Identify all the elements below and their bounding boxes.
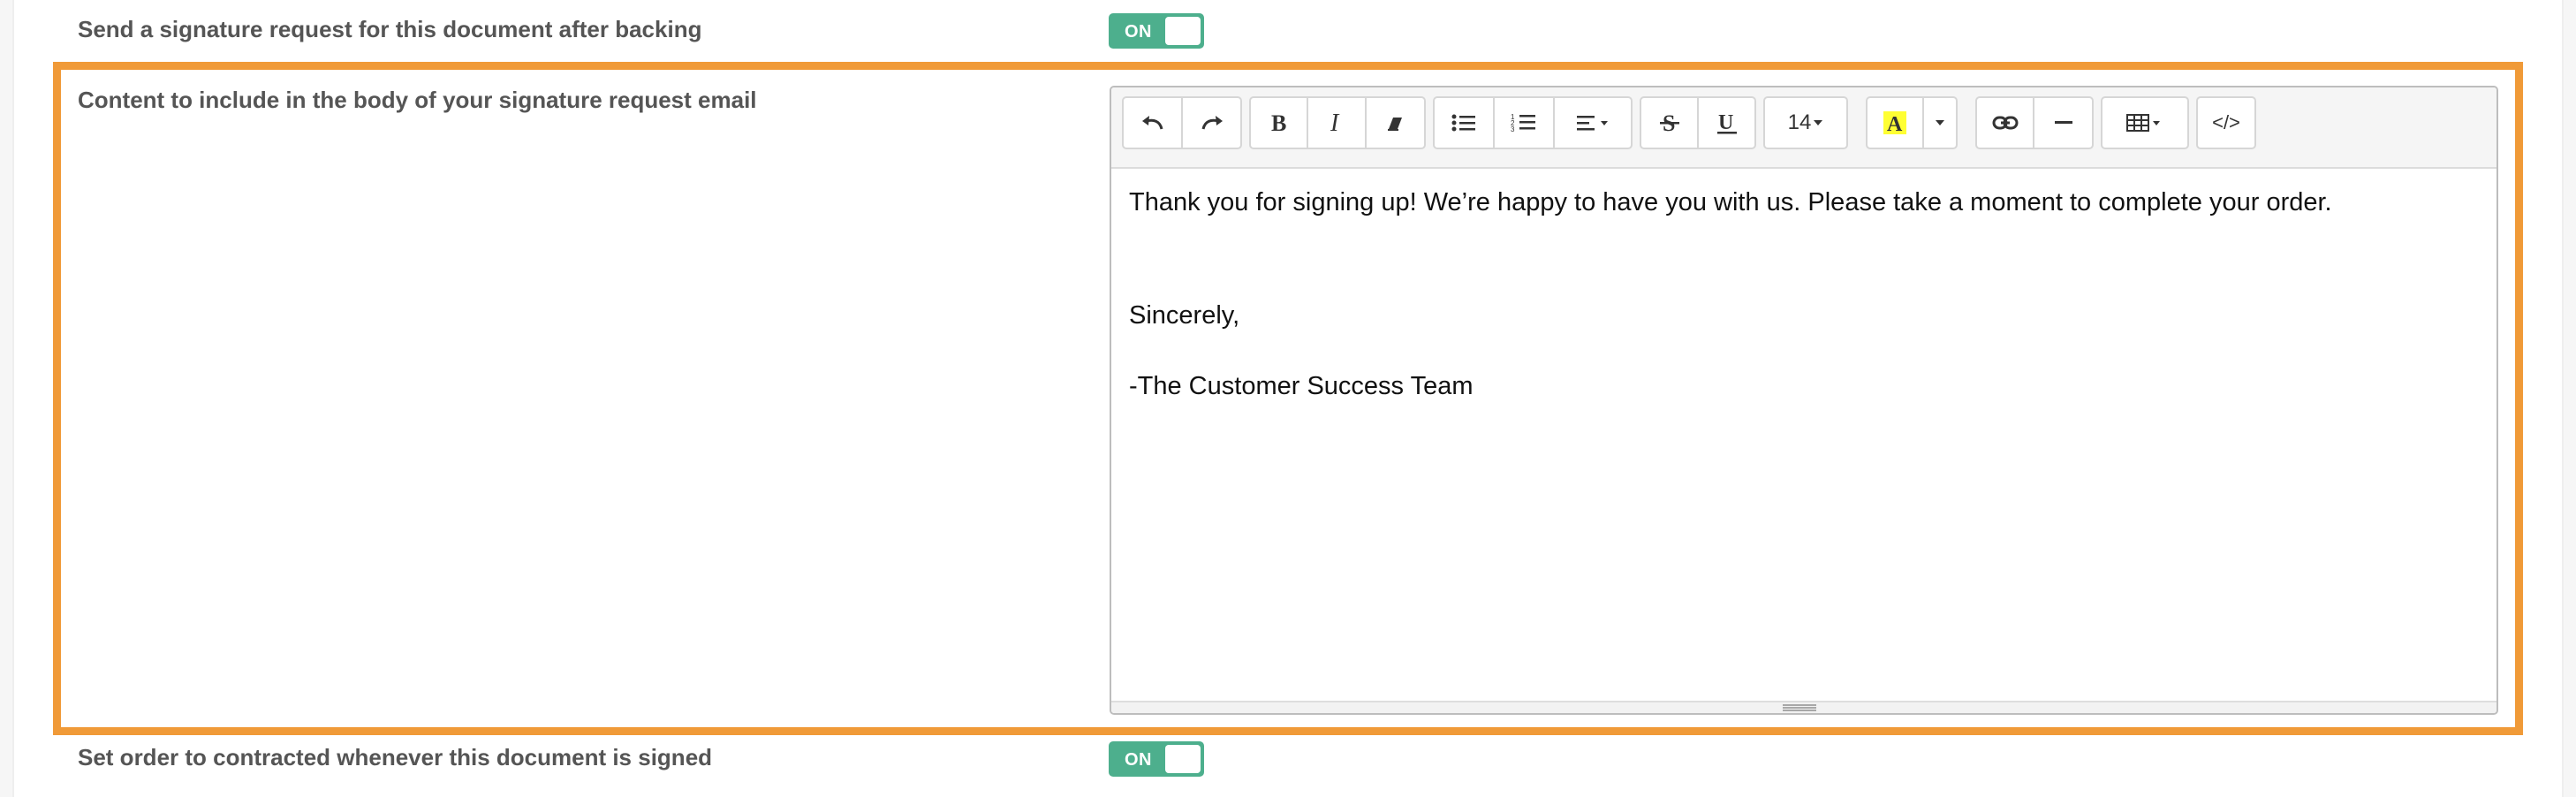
body-line-thanks: Thank you for signing up! We’re happy to… [1129,188,2332,216]
history-group [1122,96,1242,149]
decoration-group: S U [1640,96,1756,149]
font-size-value: 14 [1787,110,1812,134]
signature-request-toggle[interactable]: ON [1109,13,1204,49]
horizontal-rule-icon[interactable] [2034,98,2092,148]
grip-icon [1783,704,1816,711]
redo-icon[interactable] [1183,98,1240,148]
rich-text-editor: B I 123 S U 14 A </> Thank you for signi… [1110,86,2498,715]
undo-icon[interactable] [1124,98,1183,148]
toggle-state-text: ON [1125,750,1152,770]
align-icon[interactable] [1555,98,1631,148]
font-size-button[interactable]: 14 [1765,98,1846,148]
color-group: A [1866,96,1958,149]
highlight-color-dropdown-icon[interactable] [1924,98,1956,148]
style-group: B I [1249,96,1426,149]
font-size-dropdown[interactable]: 14 [1763,96,1848,149]
empty-line [1129,218,2479,250]
svg-text:B: B [1271,111,1286,134]
email-body-label: Content to include in the body of your s… [78,87,757,113]
contracted-label: Set order to contracted whenever this do… [78,744,713,770]
code-view-group: </> [2196,96,2256,149]
code-view-icon[interactable]: </> [2198,98,2254,148]
unordered-list-icon[interactable] [1435,98,1495,148]
svg-text:U: U [1718,111,1733,134]
toggle-state-text: ON [1125,22,1152,42]
ordered-list-icon[interactable]: 123 [1495,98,1555,148]
empty-line [1129,250,2479,282]
highlight-icon[interactable]: A [1868,98,1924,148]
editor-toolbar: B I 123 S U 14 A </> [1111,87,2496,169]
code-view-label: </> [2212,111,2240,133]
contracted-toggle[interactable]: ON [1109,741,1204,777]
editor-content[interactable]: Thank you for signing up! We’re happy to… [1129,186,2479,402]
table-dropdown[interactable] [2101,96,2189,149]
paragraph-group: 123 [1433,96,1633,149]
svg-text:I: I [1330,111,1340,134]
strikethrough-icon[interactable]: S [1641,98,1699,148]
bold-icon[interactable]: B [1251,98,1309,148]
underline-icon[interactable]: U [1699,98,1754,148]
eraser-icon[interactable] [1367,98,1424,148]
toggle-knob [1165,17,1201,45]
link-icon[interactable] [1977,98,2035,148]
toggle-knob [1165,745,1201,773]
svg-text:3: 3 [1511,125,1515,133]
signature-request-label: Send a signature request for this docume… [78,16,702,42]
svg-text:A: A [1887,113,1903,136]
editor-resize-handle[interactable] [1111,701,2496,713]
body-line-signature: -The Customer Success Team [1129,372,1474,400]
insert-group [1975,96,2094,149]
table-icon[interactable] [2102,98,2187,148]
italic-icon[interactable]: I [1308,98,1367,148]
left-page-edge [0,0,14,797]
right-page-edge [2562,0,2576,797]
body-line-sincerely: Sincerely, [1129,301,1240,330]
